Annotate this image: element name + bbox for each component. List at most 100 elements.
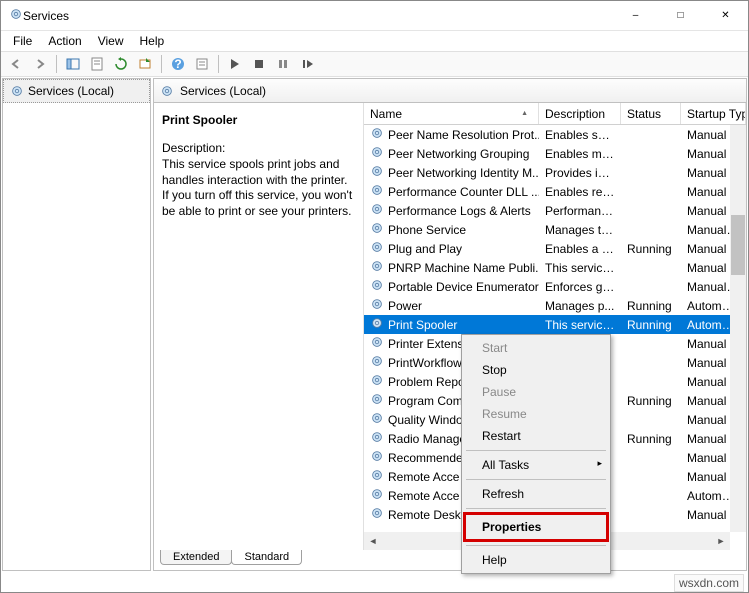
details-button[interactable] xyxy=(191,53,213,75)
table-row[interactable]: Plug and PlayEnables a c...RunningManual xyxy=(364,239,746,258)
properties-button[interactable] xyxy=(86,53,108,75)
table-row[interactable]: Performance Logs & AlertsPerformanc...Ma… xyxy=(364,201,746,220)
menu-bar: File Action View Help xyxy=(1,31,748,51)
table-row[interactable]: Peer Networking Identity M...Provides id… xyxy=(364,163,746,182)
ctx-help[interactable]: Help xyxy=(464,549,608,571)
ctx-refresh[interactable]: Refresh xyxy=(464,483,608,505)
gear-icon xyxy=(370,468,384,485)
description-panel: Print Spooler Description: This service … xyxy=(154,103,364,550)
table-row[interactable]: PowerManages p...RunningAutomatic xyxy=(364,296,746,315)
tree-item-services-local[interactable]: Services (Local) xyxy=(3,79,150,103)
description-label: Description: xyxy=(162,141,353,155)
gear-icon xyxy=(370,335,384,352)
service-name: Peer Name Resolution Prot... xyxy=(388,128,539,142)
tree-pane: Services (Local) xyxy=(2,78,151,571)
service-status: Running xyxy=(621,318,681,332)
start-service-button[interactable] xyxy=(224,53,246,75)
gear-icon xyxy=(370,430,384,447)
scroll-right-button[interactable]: ► xyxy=(712,532,730,550)
right-header: Services (Local) xyxy=(154,79,746,103)
service-name: Portable Device Enumerator... xyxy=(388,280,539,294)
service-name: Plug and Play xyxy=(388,242,462,256)
selected-service-name: Print Spooler xyxy=(162,113,353,127)
service-desc: Enables rem... xyxy=(539,185,621,199)
status-text: wsxdn.com xyxy=(679,576,739,590)
export-button[interactable] xyxy=(134,53,156,75)
help-button[interactable]: ? xyxy=(167,53,189,75)
table-row[interactable]: Peer Name Resolution Prot...Enables serv… xyxy=(364,125,746,144)
scrollbar-thumb[interactable] xyxy=(731,215,745,275)
service-name: Radio Manage xyxy=(388,432,466,446)
ctx-all-tasks[interactable]: All Tasks xyxy=(464,454,608,476)
service-desc: Enables mul... xyxy=(539,147,621,161)
service-name: Power xyxy=(388,299,422,313)
description-text: This service spools print jobs and handl… xyxy=(162,157,353,219)
column-description[interactable]: Description xyxy=(539,103,621,124)
service-name: PrintWorkflow xyxy=(388,356,462,370)
stop-service-button[interactable] xyxy=(248,53,270,75)
column-name[interactable]: Name▲ xyxy=(364,103,539,124)
gear-icon xyxy=(370,183,384,200)
gear-icon xyxy=(370,354,384,371)
maximize-button[interactable]: □ xyxy=(658,1,703,31)
sort-asc-icon: ▲ xyxy=(521,110,528,117)
minimize-button[interactable]: – xyxy=(613,1,658,31)
menu-action[interactable]: Action xyxy=(40,32,89,50)
service-name: Performance Logs & Alerts xyxy=(388,204,531,218)
gear-icon xyxy=(370,221,384,238)
scroll-left-button[interactable]: ◄ xyxy=(364,532,382,550)
service-desc: Enforces gr... xyxy=(539,280,621,294)
window-title: Services xyxy=(23,9,613,23)
ctx-pause: Pause xyxy=(464,381,608,403)
table-row[interactable]: Portable Device Enumerator...Enforces gr… xyxy=(364,277,746,296)
table-row[interactable]: PNRP Machine Name Publi...This service .… xyxy=(364,258,746,277)
service-name: Remote Acce xyxy=(388,489,459,503)
close-button[interactable]: ✕ xyxy=(703,1,748,31)
forward-button[interactable] xyxy=(29,53,51,75)
context-menu: Start Stop Pause Resume Restart All Task… xyxy=(461,334,611,574)
title-bar: Services – □ ✕ xyxy=(1,1,748,31)
ctx-resume: Resume xyxy=(464,403,608,425)
service-name: Problem Repo xyxy=(388,375,465,389)
service-desc: This service ... xyxy=(539,318,621,332)
show-hide-tree-button[interactable] xyxy=(62,53,84,75)
tab-standard[interactable]: Standard xyxy=(231,550,302,565)
menu-view[interactable]: View xyxy=(90,32,132,50)
service-status: Running xyxy=(621,242,681,256)
gear-icon xyxy=(9,7,23,24)
gear-icon xyxy=(370,164,384,181)
ctx-restart[interactable]: Restart xyxy=(464,425,608,447)
status-bar: wsxdn.com xyxy=(674,574,744,592)
pause-service-button[interactable] xyxy=(272,53,294,75)
gear-icon xyxy=(370,202,384,219)
service-name: Performance Counter DLL ... xyxy=(388,185,539,199)
gear-icon xyxy=(370,373,384,390)
service-name: Print Spooler xyxy=(388,318,457,332)
toolbar: ? xyxy=(1,51,748,77)
service-desc: This service ... xyxy=(539,261,621,275)
menu-file[interactable]: File xyxy=(5,32,40,50)
gear-icon xyxy=(370,240,384,257)
table-row[interactable]: Phone ServiceManages th...Manual (Tr xyxy=(364,220,746,239)
table-row[interactable]: Peer Networking GroupingEnables mul...Ma… xyxy=(364,144,746,163)
tab-extended[interactable]: Extended xyxy=(160,550,232,565)
table-row[interactable]: Print SpoolerThis service ...RunningAuto… xyxy=(364,315,746,334)
vertical-scrollbar[interactable] xyxy=(730,125,746,532)
service-name: Recommende xyxy=(388,451,463,465)
right-pane: Services (Local) Print Spooler Descripti… xyxy=(153,78,747,571)
menu-help[interactable]: Help xyxy=(132,32,173,50)
ctx-stop[interactable]: Stop xyxy=(464,359,608,381)
table-row[interactable]: Performance Counter DLL ...Enables rem..… xyxy=(364,182,746,201)
back-button[interactable] xyxy=(5,53,27,75)
gear-icon xyxy=(370,449,384,466)
restart-service-button[interactable] xyxy=(296,53,318,75)
service-name: Phone Service xyxy=(388,223,466,237)
gear-icon xyxy=(370,126,384,143)
refresh-button[interactable] xyxy=(110,53,132,75)
service-name: Printer Extens xyxy=(388,337,463,351)
column-status[interactable]: Status xyxy=(621,103,681,124)
column-startup-type[interactable]: Startup Typ xyxy=(681,103,746,124)
ctx-properties[interactable]: Properties xyxy=(463,512,609,542)
gear-icon xyxy=(370,145,384,162)
service-name: PNRP Machine Name Publi... xyxy=(388,261,539,275)
